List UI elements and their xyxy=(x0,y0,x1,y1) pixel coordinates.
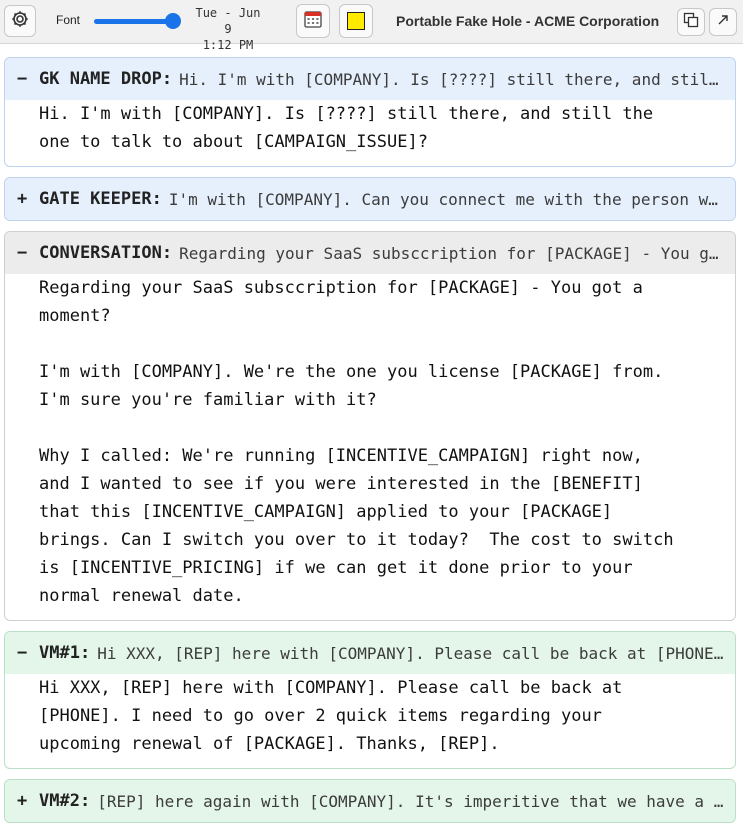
script-card-conversation: − CONVERSATION: Regarding your SaaS subs… xyxy=(4,231,736,621)
gear-icon xyxy=(10,9,30,34)
expand-toggle[interactable]: + xyxy=(17,189,39,209)
date-text: Tue - Jun 9 xyxy=(195,6,261,36)
script-card-vm1: − VM#1: Hi XXX, [REP] here with [COMPANY… xyxy=(4,631,736,769)
card-label: VM#1: xyxy=(39,643,91,663)
collapse-toggle[interactable]: − xyxy=(17,243,39,263)
calendar-icon xyxy=(303,9,323,34)
card-header[interactable]: − CONVERSATION: Regarding your SaaS subs… xyxy=(5,232,735,274)
card-header[interactable]: − VM#1: Hi XXX, [REP] here with [COMPANY… xyxy=(5,632,735,674)
font-size-slider[interactable] xyxy=(94,12,182,30)
script-card-vm2: + VM#2: [REP] here again with [COMPANY].… xyxy=(4,779,736,823)
card-body: Hi XXX, [REP] here with [COMPANY]. Pleas… xyxy=(39,678,623,754)
card-preview: Regarding your SaaS subsccription for [P… xyxy=(179,243,725,263)
slider-fill xyxy=(94,19,174,24)
card-label: CONVERSATION: xyxy=(39,243,173,263)
card-header[interactable]: + GATE KEEPER: I'm with [COMPANY]. Can y… xyxy=(5,178,735,220)
copy-button[interactable] xyxy=(677,8,705,36)
toolbar: Font Tue - Jun 9 1:12 PM Portable Fake H… xyxy=(0,0,743,52)
time-text: 1:12 PM xyxy=(202,38,254,52)
card-header[interactable]: + VM#2: [REP] here again with [COMPANY].… xyxy=(5,780,735,822)
card-label: GATE KEEPER: xyxy=(39,189,162,209)
slider-thumb[interactable] xyxy=(165,13,182,29)
collapse-toggle[interactable]: − xyxy=(17,643,39,663)
card-header[interactable]: − GK NAME DROP: Hi. I'm with [COMPANY]. … xyxy=(5,58,735,100)
card-label: VM#2: xyxy=(39,791,91,811)
highlight-color-button[interactable] xyxy=(339,4,373,38)
page-title: Portable Fake Hole - ACME Corporation xyxy=(396,13,660,29)
font-label: Font xyxy=(56,13,81,27)
settings-button[interactable] xyxy=(4,5,36,37)
calendar-button[interactable] xyxy=(296,4,330,38)
expand-toggle[interactable]: + xyxy=(17,791,39,811)
card-body: Hi. I'm with [COMPANY]. Is [????] still … xyxy=(39,104,654,152)
popout-button[interactable] xyxy=(709,8,737,36)
color-swatch-icon xyxy=(347,12,365,30)
script-card-list: − GK NAME DROP: Hi. I'm with [COMPANY]. … xyxy=(4,57,736,832)
script-card-gate-keeper: + GATE KEEPER: I'm with [COMPANY]. Can y… xyxy=(4,177,736,221)
collapse-toggle[interactable]: − xyxy=(17,69,39,89)
popout-arrow-icon xyxy=(716,13,730,32)
card-preview: I'm with [COMPANY]. Can you connect me w… xyxy=(168,189,725,209)
card-body: Regarding your SaaS subsccription for [P… xyxy=(39,278,674,606)
card-preview: [REP] here again with [COMPANY]. It's im… xyxy=(97,791,725,811)
date-time-display: Tue - Jun 9 1:12 PM xyxy=(192,5,264,53)
card-preview: Hi. I'm with [COMPANY]. Is [????] still … xyxy=(179,69,725,89)
script-card-gk-name-drop: − GK NAME DROP: Hi. I'm with [COMPANY]. … xyxy=(4,57,736,167)
copy-icon xyxy=(683,12,699,33)
card-preview: Hi XXX, [REP] here with [COMPANY]. Pleas… xyxy=(97,643,725,663)
card-label: GK NAME DROP: xyxy=(39,69,173,89)
